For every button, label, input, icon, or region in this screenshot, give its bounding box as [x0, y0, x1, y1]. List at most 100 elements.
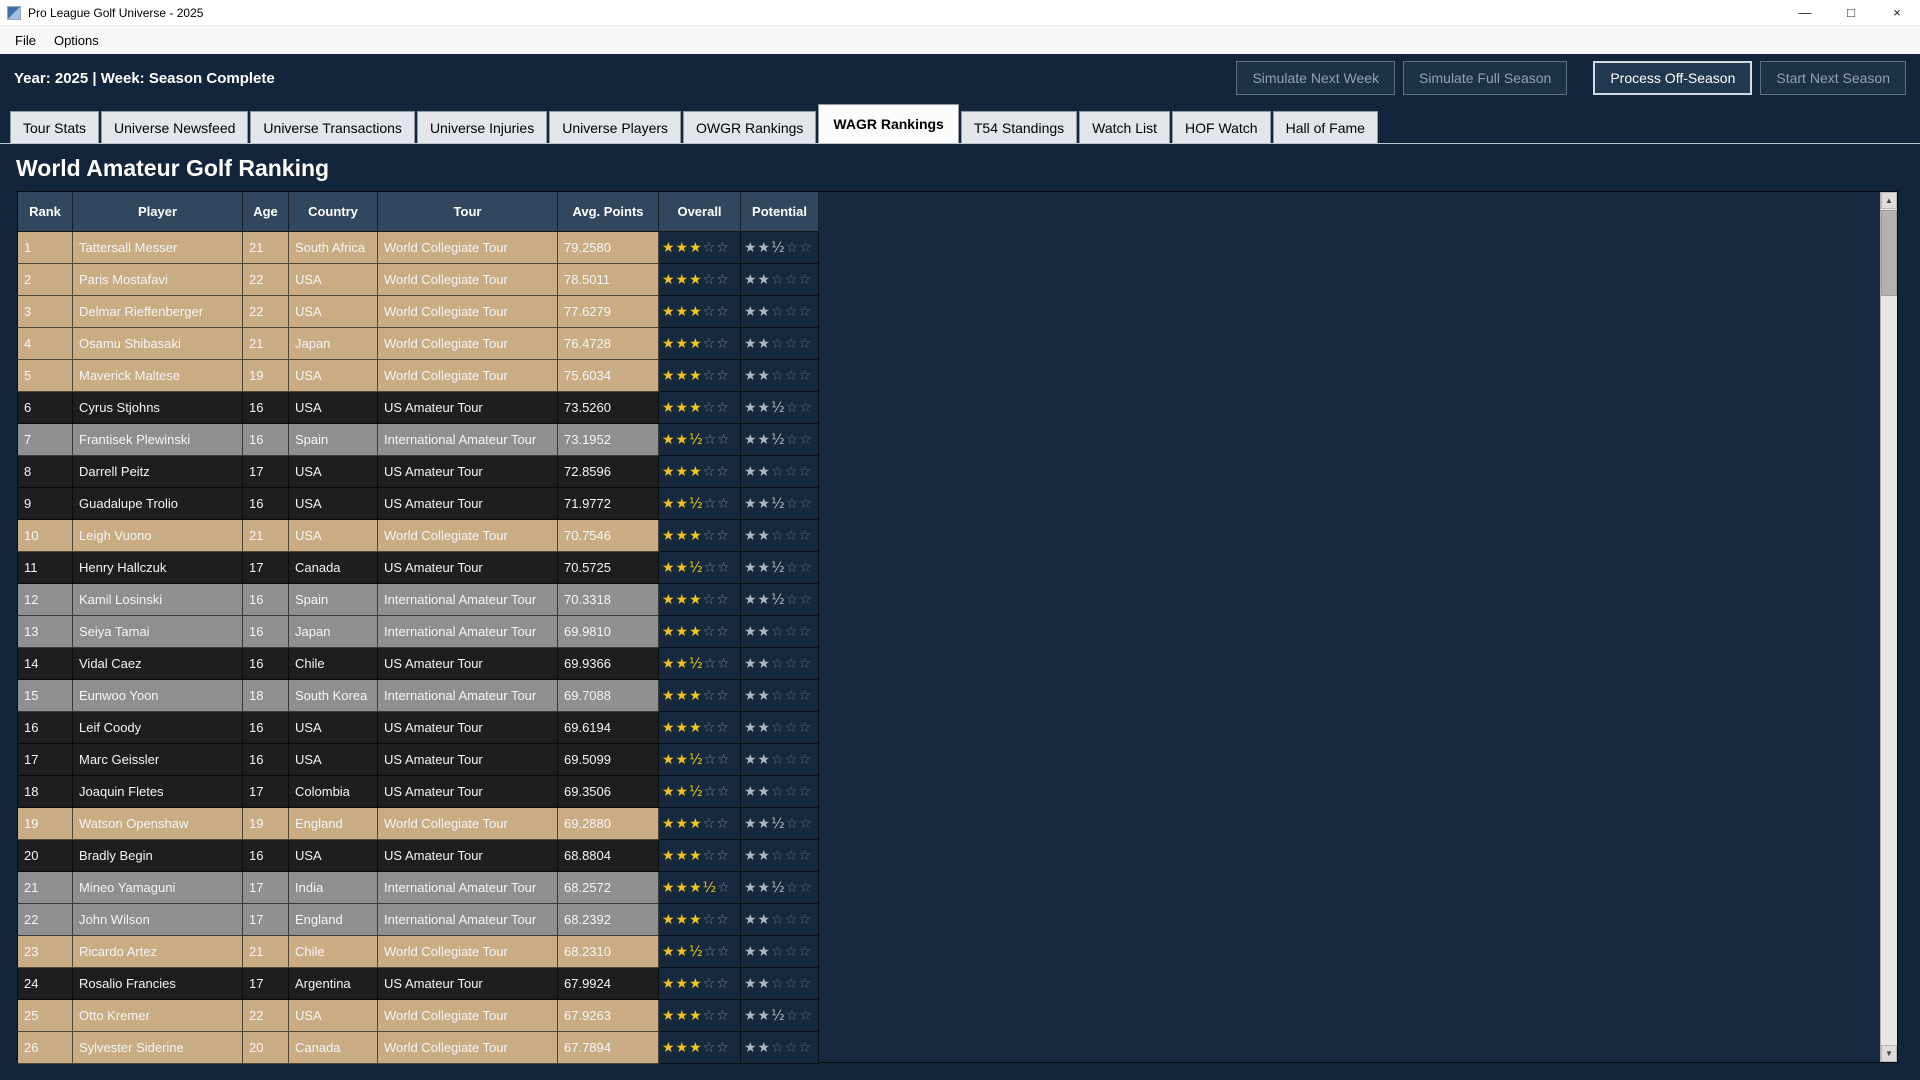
tab-hall-of-fame[interactable]: Hall of Fame	[1273, 111, 1378, 143]
simulate-next-week-button[interactable]: Simulate Next Week	[1236, 61, 1395, 95]
table-row[interactable]: 21Mineo Yamaguni17IndiaInternational Ama…	[18, 872, 819, 904]
potential-stars-filled: ★★½	[744, 496, 786, 512]
column-header-country[interactable]: Country	[289, 192, 378, 232]
column-header-tour[interactable]: Tour	[378, 192, 558, 232]
table-row[interactable]: 9Guadalupe Trolio16USAUS Amateur Tour71.…	[18, 488, 819, 520]
table-row[interactable]: 4Osamu Shibasaki21JapanWorld Collegiate …	[18, 328, 819, 360]
cell-country: USA	[289, 296, 378, 328]
table-row[interactable]: 14Vidal Caez16ChileUS Amateur Tour69.936…	[18, 648, 819, 680]
potential-stars-filled: ★★	[744, 336, 771, 352]
cell-age: 22	[243, 264, 289, 296]
overall-stars-filled: ★★½	[662, 944, 704, 960]
overall-stars-filled: ★★½	[662, 784, 704, 800]
cell-rank: 26	[18, 1032, 73, 1064]
cell-player: Vidal Caez	[73, 648, 243, 680]
cell-avg-points: 73.5260	[558, 392, 659, 424]
tab-wagr-rankings[interactable]: WAGR Rankings	[818, 104, 958, 143]
table-row[interactable]: 26Sylvester Siderine20CanadaWorld Colleg…	[18, 1032, 819, 1064]
tab-universe-injuries[interactable]: Universe Injuries	[417, 111, 547, 143]
table-row[interactable]: 10Leigh Vuono21USAWorld Collegiate Tour7…	[18, 520, 819, 552]
cell-age: 16	[243, 488, 289, 520]
tab-universe-newsfeed[interactable]: Universe Newsfeed	[101, 111, 248, 143]
cell-tour: US Amateur Tour	[378, 456, 558, 488]
table-row[interactable]: 3Delmar Rieffenberger22USAWorld Collegia…	[18, 296, 819, 328]
column-header-overall[interactable]: Overall	[659, 192, 741, 232]
cell-player: Leigh Vuono	[73, 520, 243, 552]
table-row[interactable]: 17Marc Geissler16USAUS Amateur Tour69.50…	[18, 744, 819, 776]
cell-avg-points: 67.7894	[558, 1032, 659, 1064]
cell-overall-rating: ★★★☆☆	[659, 1032, 741, 1064]
start-next-season-button[interactable]: Start Next Season	[1760, 61, 1906, 95]
cell-tour: World Collegiate Tour	[378, 520, 558, 552]
overall-stars-filled: ★★★	[662, 240, 703, 256]
table-row[interactable]: 15Eunwoo Yoon18South KoreaInternational …	[18, 680, 819, 712]
table-row[interactable]: 8Darrell Peitz17USAUS Amateur Tour72.859…	[18, 456, 819, 488]
table-row[interactable]: 20Bradly Begin16USAUS Amateur Tour68.880…	[18, 840, 819, 872]
overall-stars-filled: ★★★	[662, 272, 703, 288]
process-off-season-button[interactable]: Process Off-Season	[1593, 61, 1752, 95]
cell-overall-rating: ★★★☆☆	[659, 712, 741, 744]
cell-tour: World Collegiate Tour	[378, 1032, 558, 1064]
cell-overall-rating: ★★★☆☆	[659, 840, 741, 872]
menu-options[interactable]: Options	[45, 29, 108, 52]
overall-stars-empty: ☆☆	[704, 944, 731, 960]
close-icon[interactable]: ×	[1874, 0, 1920, 25]
cell-age: 17	[243, 872, 289, 904]
vertical-scrollbar[interactable]: ▲ ▼	[1880, 192, 1897, 1062]
maximize-icon[interactable]: □	[1828, 0, 1874, 25]
tab-t54-standings[interactable]: T54 Standings	[961, 111, 1077, 143]
potential-stars-empty: ☆☆	[786, 1008, 813, 1024]
overall-stars-filled: ★★★	[662, 592, 703, 608]
potential-stars-filled: ★★	[744, 784, 771, 800]
cell-country: USA	[289, 360, 378, 392]
scroll-up-icon[interactable]: ▲	[1881, 192, 1897, 209]
table-row[interactable]: 25Otto Kremer22USAWorld Collegiate Tour6…	[18, 1000, 819, 1032]
minimize-icon[interactable]: —	[1782, 0, 1828, 25]
tab-universe-players[interactable]: Universe Players	[549, 111, 681, 143]
cell-avg-points: 71.9772	[558, 488, 659, 520]
table-row[interactable]: 13Seiya Tamai16JapanInternational Amateu…	[18, 616, 819, 648]
cell-player: Guadalupe Trolio	[73, 488, 243, 520]
simulate-full-season-button[interactable]: Simulate Full Season	[1403, 61, 1567, 95]
table-row[interactable]: 16Leif Coody16USAUS Amateur Tour69.6194★…	[18, 712, 819, 744]
cell-rank: 5	[18, 360, 73, 392]
table-row[interactable]: 23Ricardo Artez21ChileWorld Collegiate T…	[18, 936, 819, 968]
table-row[interactable]: 22John Wilson17EnglandInternational Amat…	[18, 904, 819, 936]
potential-stars-filled: ★★	[744, 976, 771, 992]
cell-country: Chile	[289, 648, 378, 680]
scrollbar-thumb[interactable]	[1881, 210, 1897, 296]
table-row[interactable]: 1Tattersall Messer21South AfricaWorld Co…	[18, 232, 819, 264]
season-status-label: Year: 2025 | Week: Season Complete	[14, 70, 275, 87]
cell-age: 21	[243, 232, 289, 264]
column-header-age[interactable]: Age	[243, 192, 289, 232]
overall-stars-filled: ★★★	[662, 848, 703, 864]
table-row[interactable]: 11Henry Hallczuk17CanadaUS Amateur Tour7…	[18, 552, 819, 584]
table-row[interactable]: 18Joaquin Fletes17ColombiaUS Amateur Tou…	[18, 776, 819, 808]
table-row[interactable]: 6Cyrus Stjohns16USAUS Amateur Tour73.526…	[18, 392, 819, 424]
table-row[interactable]: 12Kamil Losinski16SpainInternational Ama…	[18, 584, 819, 616]
scroll-down-icon[interactable]: ▼	[1881, 1045, 1897, 1062]
table-row[interactable]: 24Rosalio Francies17ArgentinaUS Amateur …	[18, 968, 819, 1000]
tab-universe-transactions[interactable]: Universe Transactions	[250, 111, 415, 143]
cell-player: Marc Geissler	[73, 744, 243, 776]
menu-file[interactable]: File	[6, 29, 45, 52]
table-row[interactable]: 19Watson Openshaw19EnglandWorld Collegia…	[18, 808, 819, 840]
column-header-rank[interactable]: Rank	[18, 192, 73, 232]
table-row[interactable]: 7Frantisek Plewinski16SpainInternational…	[18, 424, 819, 456]
tab-watch-list[interactable]: Watch List	[1079, 111, 1170, 143]
table-row[interactable]: 2Paris Mostafavi22USAWorld Collegiate To…	[18, 264, 819, 296]
column-header-potential[interactable]: Potential	[741, 192, 819, 232]
potential-stars-filled: ★★½	[744, 432, 786, 448]
cell-player: Leif Coody	[73, 712, 243, 744]
column-header-avg-points[interactable]: Avg. Points	[558, 192, 659, 232]
titlebar: Pro League Golf Universe - 2025 — □ ×	[0, 0, 1920, 26]
cell-player: Tattersall Messer	[73, 232, 243, 264]
tab-hof-watch[interactable]: HOF Watch	[1172, 111, 1271, 143]
cell-overall-rating: ★★★☆☆	[659, 584, 741, 616]
table-row[interactable]: 5Maverick Maltese19USAWorld Collegiate T…	[18, 360, 819, 392]
cell-country: Japan	[289, 616, 378, 648]
potential-stars-empty: ☆☆☆	[771, 304, 812, 320]
column-header-player[interactable]: Player	[73, 192, 243, 232]
tab-owgr-rankings[interactable]: OWGR Rankings	[683, 111, 816, 143]
tab-tour-stats[interactable]: Tour Stats	[10, 111, 99, 143]
